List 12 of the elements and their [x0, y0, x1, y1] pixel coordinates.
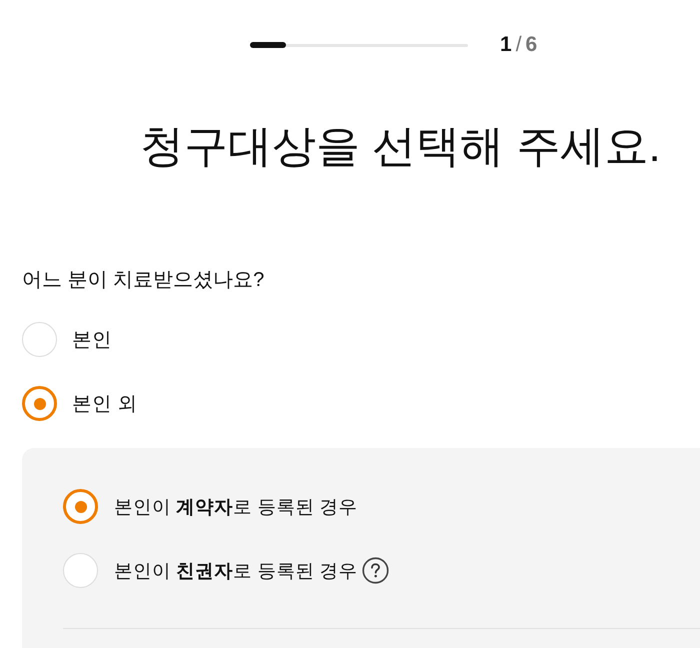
total-steps: 6	[526, 33, 538, 57]
page-title: 청구대상을 선택해 주세요.	[140, 122, 661, 172]
radio-button[interactable]	[22, 386, 57, 421]
current-step: 1	[500, 33, 512, 57]
option-label[interactable]: 본인이 계약자로 등록된 경우	[114, 494, 358, 520]
step-separator: /	[516, 33, 522, 57]
help-icon[interactable]	[362, 557, 390, 584]
question-text: 어느 분이 치료받으셨나요?	[22, 268, 264, 293]
option-label[interactable]: 본인	[72, 326, 112, 352]
radio-button[interactable]	[63, 489, 98, 524]
option-label[interactable]: 본인이 친권자로 등록된 경우	[114, 558, 358, 584]
option-label[interactable]: 본인 외	[72, 390, 138, 416]
